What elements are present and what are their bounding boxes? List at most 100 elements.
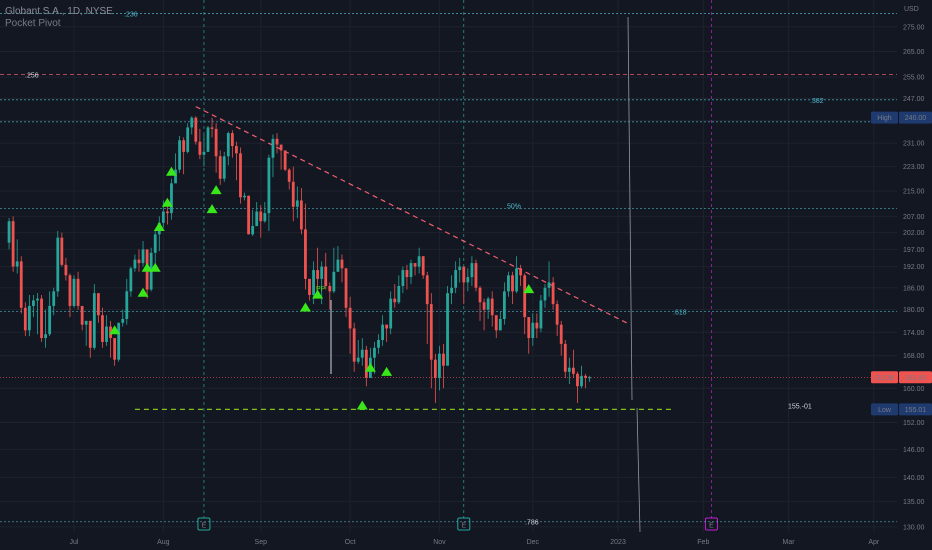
candle-body [56,237,60,292]
candle-body [381,324,384,340]
candle-body [214,128,218,157]
candle-body [295,200,299,207]
candle-body [523,275,527,318]
candle-body [547,282,551,288]
symbol-title[interactable]: Globant S.A., 1D, NYSE [5,6,113,18]
candle-body [166,211,169,214]
candle-body [267,157,271,214]
candle-body [393,298,397,303]
candle-body [271,138,275,158]
badge-low-label: Low [878,407,892,414]
fib-level-label: .256 [25,73,39,80]
candle-body [433,359,437,378]
candle-body [243,195,246,198]
candle-body [96,293,100,316]
candle-body [88,320,92,348]
candle-body [482,302,486,310]
candle-body [340,259,344,269]
candle-body [474,263,478,288]
candle-body [259,211,263,222]
chart-background [0,0,932,550]
candle-body [121,318,125,323]
candle-body [385,324,389,329]
candle-body [490,298,494,316]
candle-body [555,304,559,325]
candle-body [458,266,462,271]
badge-high-label: High [877,115,892,122]
candle-body [170,183,173,214]
candle-body [76,278,80,306]
candle-body [373,347,376,358]
price-tick-label: 223.00 [903,164,925,171]
candle-body [206,127,210,152]
time-tick-label: Feb [697,539,709,546]
candle-body [60,237,64,265]
candle-body [515,268,518,292]
time-tick-label: Aug [157,539,170,546]
price-tick-label: 215.00 [903,189,925,196]
candle-body [68,275,72,306]
candle-body [133,259,137,269]
candle-body [312,270,315,295]
pocket-pivot-label: PP [316,286,326,293]
price-tick-label: 247.00 [903,96,925,103]
candle-body [332,271,336,292]
candle-body [275,138,279,145]
earnings-label: E [202,523,207,530]
candle-body [535,322,539,329]
candle-body [44,334,47,339]
candle-body [559,324,563,344]
candle-body [454,270,458,288]
candle-body [101,315,104,342]
price-tick-label: 160.00 [903,386,925,393]
price-tick-label: 180.00 [903,307,925,314]
candle-body [413,263,417,267]
price-tick-label: 174.00 [903,330,925,337]
candle-body [364,349,368,378]
price-tick-label: 275.00 [903,24,925,31]
candle-body [80,305,84,325]
earnings-label: E [461,523,466,530]
candle-body [498,318,502,331]
candle-body [502,291,506,319]
candle-body [308,278,311,295]
time-tick-label: Sep [255,539,268,546]
candle-body [186,127,190,152]
candle-body [425,275,429,305]
price-tick-label: 152.00 [903,420,925,427]
candle-body [397,285,401,303]
candle-body [478,287,482,303]
candle-body [389,298,393,329]
currency-label: USD [904,6,919,13]
candle-body [316,270,320,279]
candle-body [239,153,242,198]
time-tick-label: Jul [70,539,79,546]
candle-body [470,263,474,278]
candle-body [137,259,141,264]
candle-body [377,339,380,348]
chart-legend: Globant S.A., 1D, NYSE Pocket Pivot [5,6,113,30]
fib-level-label: .236 [124,12,138,19]
candle-body [466,277,470,283]
candle-body [572,367,575,374]
time-tick-label: Mar [783,539,796,546]
candle-body [202,151,206,155]
candle-body [438,353,441,378]
time-tick-label: Dec [527,539,540,546]
badge-low-value: 155.01 [905,407,927,414]
candle-body [48,305,52,335]
candle-body [27,305,31,331]
candle-body [287,169,291,182]
candle-body [105,326,108,342]
candle-body [235,146,238,154]
candle-body [129,268,133,292]
price-chart[interactable]: E E E .236 .256 .382 50% .618 .786 155.-01 PP USD… [0,0,932,550]
candle-body [543,287,547,301]
candle-body [356,357,360,362]
indicator-name[interactable]: Pocket Pivot [5,18,113,30]
fib-level-label: .618 [673,310,687,317]
candle-body [429,304,433,360]
price-tick-label: 192.00 [903,264,925,271]
candle-body [580,375,583,387]
candle-body [291,181,295,207]
